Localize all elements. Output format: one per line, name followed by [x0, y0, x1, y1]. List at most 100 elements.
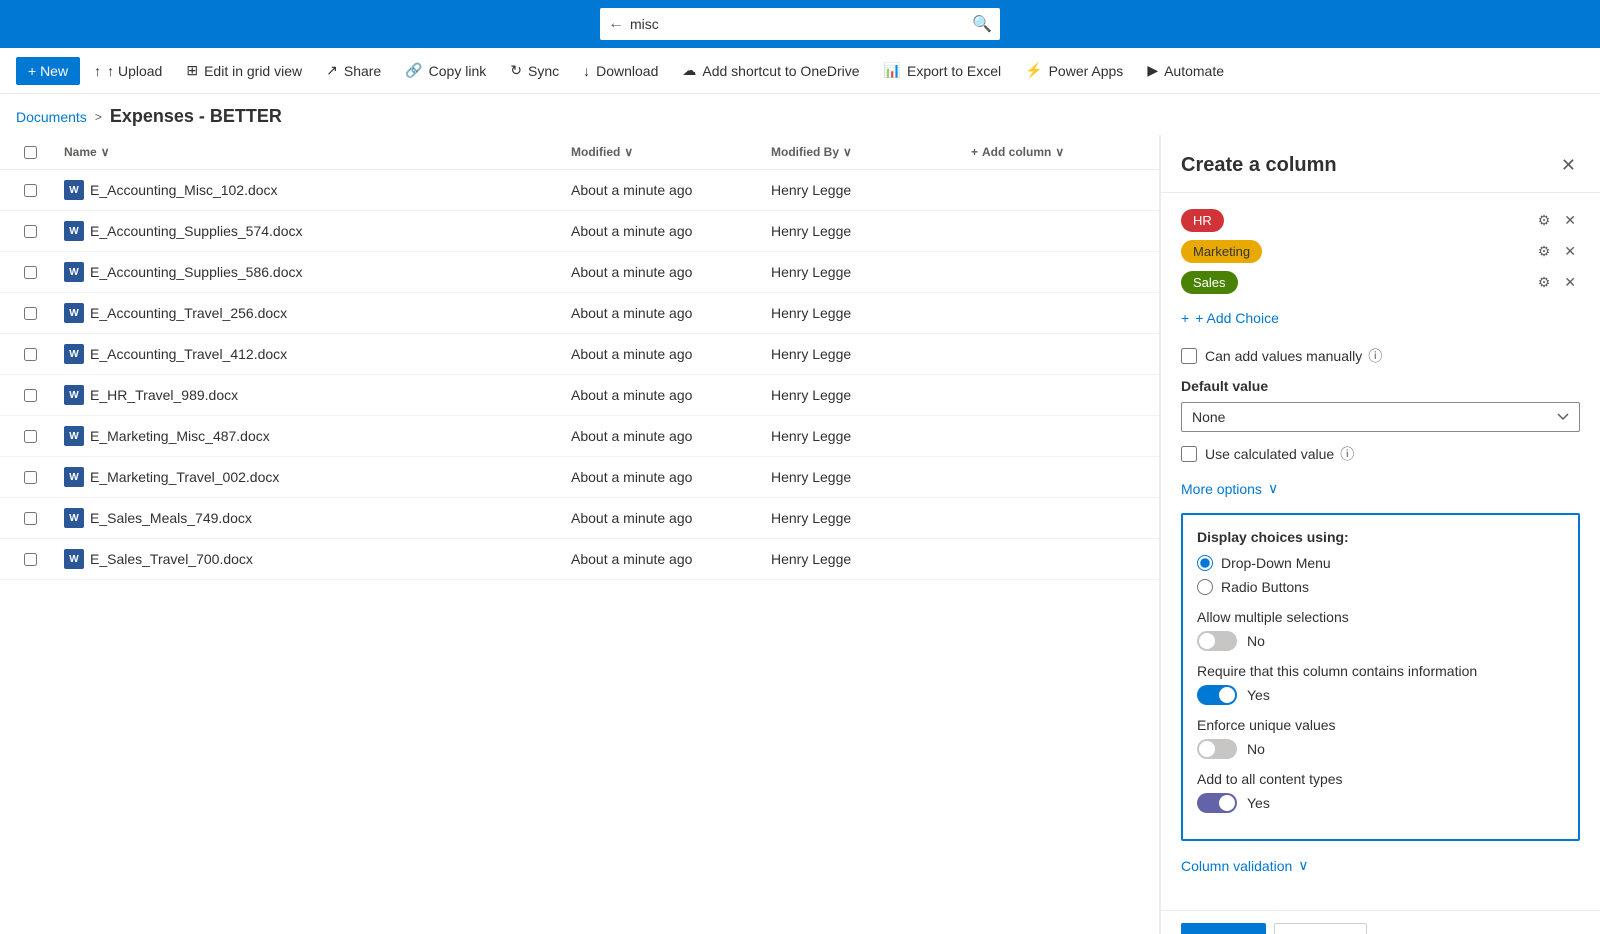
table-row[interactable]: W E_Marketing_Travel_002.docx About a mi… — [0, 457, 1159, 498]
save-button[interactable]: Save — [1181, 923, 1266, 934]
row-checkbox[interactable] — [24, 389, 37, 402]
row-checkbox[interactable] — [24, 266, 37, 279]
col-header-checkbox[interactable] — [16, 135, 56, 169]
search-box[interactable]: ← 🔍 — [600, 8, 1000, 40]
row-checkbox[interactable] — [24, 512, 37, 525]
chip-hr-remove[interactable]: ✕ — [1560, 210, 1580, 231]
chip-sales-remove[interactable]: ✕ — [1560, 272, 1580, 293]
table-row[interactable]: W E_Marketing_Misc_487.docx About a minu… — [0, 416, 1159, 457]
row-checkbox[interactable] — [24, 471, 37, 484]
add-content-types-toggle[interactable] — [1197, 793, 1237, 813]
export-excel-button[interactable]: 📊 Export to Excel — [874, 56, 1012, 85]
sync-button[interactable]: ↻ Sync — [500, 56, 569, 85]
radio-radio-buttons-input[interactable] — [1197, 579, 1213, 595]
breadcrumb-parent[interactable]: Documents — [16, 109, 87, 125]
allow-multiple-toggle[interactable] — [1197, 631, 1237, 651]
add-content-types-value: Yes — [1247, 795, 1270, 811]
edit-grid-button[interactable]: ⊞ Edit in grid view — [176, 56, 312, 85]
col-header-modified-by[interactable]: Modified By ∨ — [763, 135, 963, 169]
row-checkbox[interactable] — [24, 553, 37, 566]
use-calculated-text: Use calculated value — [1205, 446, 1334, 462]
row-name-cell: W E_Sales_Meals_749.docx — [56, 498, 563, 538]
chip-marketing-tag[interactable]: Marketing — [1181, 240, 1262, 263]
upload-icon: ↑ — [94, 63, 101, 79]
default-value-select[interactable]: None — [1181, 402, 1580, 432]
chip-hr-settings[interactable]: ⚙ — [1534, 210, 1555, 231]
table-row[interactable]: W E_Accounting_Supplies_574.docx About a… — [0, 211, 1159, 252]
row-checkbox-cell — [16, 252, 56, 292]
new-button[interactable]: + New — [16, 57, 80, 85]
power-apps-label: Power Apps — [1049, 63, 1124, 79]
column-validation-button[interactable]: Column validation ∨ — [1181, 853, 1309, 878]
row-checkbox[interactable] — [24, 184, 37, 197]
row-name-cell: W E_Accounting_Supplies_574.docx — [56, 211, 563, 251]
row-modified-by-cell: Henry Legge — [763, 416, 963, 456]
panel-close-button[interactable]: ✕ — [1557, 151, 1580, 180]
col-header-add-column[interactable]: + Add column ∨ — [963, 135, 1143, 169]
back-arrow-icon[interactable]: ← — [608, 15, 624, 33]
table-row[interactable]: W E_Accounting_Misc_102.docx About a min… — [0, 170, 1159, 211]
table-row[interactable]: W E_Accounting_Travel_412.docx About a m… — [0, 334, 1159, 375]
chip-sales-settings[interactable]: ⚙ — [1534, 272, 1555, 293]
row-checkbox[interactable] — [24, 348, 37, 361]
use-calculated-checkbox[interactable] — [1181, 446, 1197, 462]
require-info-toggle[interactable] — [1197, 685, 1237, 705]
copy-link-button[interactable]: 🔗 Copy link — [395, 56, 496, 85]
word-icon: W — [64, 549, 84, 569]
radio-radio-buttons-label: Radio Buttons — [1221, 579, 1309, 595]
row-modified: About a minute ago — [571, 264, 692, 280]
more-options-button[interactable]: More options ∨ — [1181, 476, 1278, 501]
chip-marketing-settings[interactable]: ⚙ — [1534, 241, 1555, 262]
cancel-button[interactable]: Cancel — [1274, 923, 1368, 934]
row-empty-cell — [963, 252, 1143, 292]
power-apps-button[interactable]: ⚡ Power Apps — [1015, 56, 1133, 85]
enforce-unique-label: Enforce unique values — [1197, 717, 1564, 733]
row-empty-cell — [963, 293, 1143, 333]
row-checkbox-cell — [16, 293, 56, 333]
table-row[interactable]: W E_HR_Travel_989.docx About a minute ag… — [0, 375, 1159, 416]
radio-dropdown[interactable]: Drop-Down Menu — [1197, 555, 1564, 571]
onedrive-icon: ☁ — [682, 62, 696, 79]
modified-col-label: Modified — [571, 145, 620, 159]
search-input[interactable] — [630, 16, 972, 32]
choice-chips: HR ⚙ ✕ Marketing ⚙ ✕ Sales ⚙ — [1181, 209, 1580, 294]
table-row[interactable]: W E_Accounting_Supplies_586.docx About a… — [0, 252, 1159, 293]
add-shortcut-button[interactable]: ☁ Add shortcut to OneDrive — [672, 56, 869, 85]
automate-button[interactable]: ▶ Automate — [1137, 56, 1234, 85]
table-row[interactable]: W E_Sales_Meals_749.docx About a minute … — [0, 498, 1159, 539]
word-icon: W — [64, 303, 84, 323]
radio-dropdown-input[interactable] — [1197, 555, 1213, 571]
panel-body: HR ⚙ ✕ Marketing ⚙ ✕ Sales ⚙ — [1161, 193, 1600, 910]
table-row[interactable]: W E_Sales_Travel_700.docx About a minute… — [0, 539, 1159, 580]
chip-marketing-remove[interactable]: ✕ — [1560, 241, 1580, 262]
row-checkbox[interactable] — [24, 225, 37, 238]
table-row[interactable]: W E_Accounting_Travel_256.docx About a m… — [0, 293, 1159, 334]
allow-multiple-label: Allow multiple selections — [1197, 609, 1564, 625]
search-button[interactable]: 🔍 — [972, 14, 992, 34]
row-modified: About a minute ago — [571, 346, 692, 362]
upload-button[interactable]: ↑ ↑ Upload — [84, 57, 172, 85]
panel-header: Create a column ✕ — [1161, 135, 1600, 193]
col-header-modified[interactable]: Modified ∨ — [563, 135, 763, 169]
chip-sales-tag[interactable]: Sales — [1181, 271, 1238, 294]
chip-hr-tag[interactable]: HR — [1181, 209, 1224, 232]
share-button[interactable]: ↗ Share — [316, 56, 391, 85]
panel-title: Create a column — [1181, 154, 1337, 177]
radio-radio-buttons[interactable]: Radio Buttons — [1197, 579, 1564, 595]
col-header-name[interactable]: Name ∨ — [56, 135, 563, 169]
row-checkbox-cell — [16, 457, 56, 497]
row-checkbox[interactable] — [24, 430, 37, 443]
select-all-checkbox[interactable] — [24, 146, 37, 159]
download-button[interactable]: ↓ Download — [573, 57, 668, 85]
power-apps-icon: ⚡ — [1025, 62, 1042, 79]
add-choice-icon: + — [1181, 310, 1189, 326]
top-bar: ← 🔍 — [0, 0, 1600, 48]
add-choice-button[interactable]: + + Add Choice — [1181, 306, 1279, 330]
modified-by-col-label: Modified By — [771, 145, 839, 159]
can-add-values-checkbox[interactable] — [1181, 348, 1197, 364]
row-checkbox[interactable] — [24, 307, 37, 320]
enforce-unique-toggle[interactable] — [1197, 739, 1237, 759]
row-checkbox-cell — [16, 539, 56, 579]
row-name: E_Accounting_Misc_102.docx — [90, 182, 278, 198]
new-label: + New — [28, 63, 68, 79]
